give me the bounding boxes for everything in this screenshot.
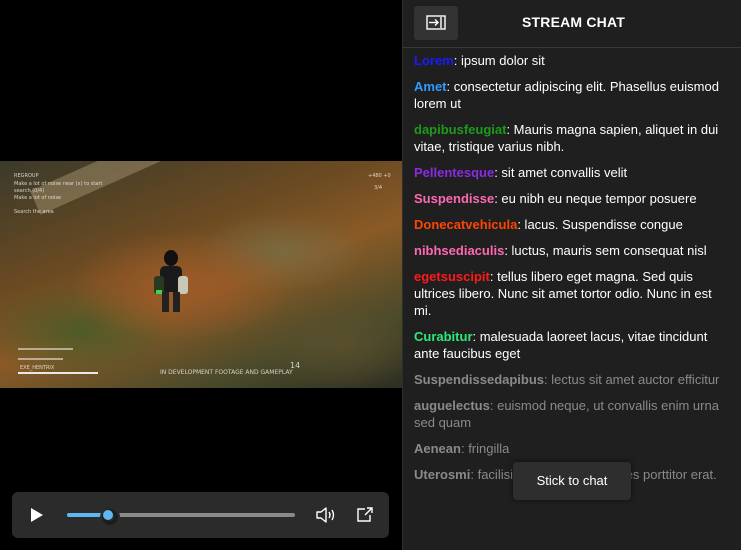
chat-username[interactable]: dapibusfeugiat (414, 122, 506, 137)
chat-message-text: : fringilla (460, 441, 510, 456)
chat-message: dapibusfeugiat: Mauris magna sapien, ali… (414, 121, 732, 155)
chat-message: Suspendisse: eu nibh eu neque tempor pos… (414, 190, 732, 207)
chat-title-text: STREAM CHAT (521, 14, 626, 30)
chat-username[interactable]: nibhsediaculis (414, 243, 504, 258)
progress-thumb-dot (103, 510, 114, 520)
chat-message: nibhsediaculis: luctus, mauris sem conse… (414, 242, 732, 259)
chat-message: egetsuscipit: tellus libero eget magna. … (414, 268, 732, 319)
hud-counter: 3/4 (374, 185, 383, 191)
player-controls (12, 492, 389, 538)
chat-username[interactable]: Lorem (414, 53, 454, 68)
video-character-figure (154, 250, 188, 312)
chat-message: Aenean: fringilla (414, 440, 732, 457)
hud-score: +480 +0 (368, 173, 391, 179)
play-icon[interactable] (25, 504, 47, 526)
video-watermark: IN DEVELOPMENT FOOTAGE AND GAMEPLAY (160, 369, 293, 376)
chat-message-text: : eu nibh eu neque tempor posuere (494, 191, 697, 206)
chat-username[interactable]: Suspendisse (414, 191, 494, 206)
chat-message: Suspendissedapibus: lectus sit amet auct… (414, 371, 732, 388)
chat-message-text: : luctus, mauris sem consequat nisl (504, 243, 707, 258)
progress-bar[interactable] (67, 507, 295, 527)
hud-health-bar (18, 348, 73, 350)
video-scene-road (30, 161, 333, 215)
chat-panel: STREAM CHAT Lorem: ipsum dolor sit Amet: … (402, 0, 741, 550)
hud-objective-line: Search the area (14, 209, 54, 215)
chat-username[interactable]: auguelectus (414, 398, 490, 413)
chat-message: auguelectus: euismod neque, ut convallis… (414, 397, 732, 431)
hud-ammo: 14 (290, 361, 301, 370)
chat-username[interactable]: Uterosmi (414, 467, 470, 482)
chat-message: Curabitur: malesuada laoreet lacus, vita… (414, 328, 732, 362)
chat-message-text: : lectus sit amet auctor efficitur (544, 372, 720, 387)
chat-message: Amet: consectetur adipiscing elit. Phase… (414, 78, 732, 112)
chat-username[interactable]: egetsuscipit (414, 269, 490, 284)
chat-message-text: : sit amet convallis velit (494, 165, 628, 180)
chat-message-text: : lacus. Suspendisse congue (517, 217, 683, 232)
hud-objective-line: search (0/4) (14, 188, 45, 194)
chat-username[interactable]: Curabitur (414, 329, 473, 344)
hud-objective-title: REGROUP (14, 173, 39, 179)
chat-username[interactable]: Aenean (414, 441, 461, 456)
chat-username[interactable]: Pellentesque (414, 165, 494, 180)
progress-thumb[interactable] (100, 507, 121, 527)
hud-player-name: EXE_HENTRIX (20, 365, 55, 371)
chat-title: STREAM CHAT (403, 14, 741, 30)
stick-to-chat-button[interactable]: Stick to chat (513, 462, 631, 500)
hud-objective-line: Make a lot of noise near (x) to start (14, 181, 103, 187)
popout-icon[interactable] (355, 505, 375, 525)
chat-message: Lorem: ipsum dolor sit (414, 52, 732, 69)
chat-username[interactable]: Suspendissedapibus (414, 372, 544, 387)
volume-icon[interactable] (315, 505, 337, 525)
video-player[interactable]: REGROUP Make a lot of noise near (x) to … (0, 0, 402, 550)
chat-username[interactable]: Donecatvehicula (414, 217, 517, 232)
chat-header: STREAM CHAT (403, 0, 741, 48)
video-frame[interactable]: REGROUP Make a lot of noise near (x) to … (0, 161, 402, 388)
chat-message-list[interactable]: Lorem: ipsum dolor sit Amet: consectetur … (414, 52, 732, 492)
hud-objective-line: Make a lot of noise (14, 195, 62, 201)
chat-username[interactable]: Amet (414, 79, 447, 94)
hud-player-health (18, 372, 98, 374)
chat-message: Pellentesque: sit amet convallis velit (414, 164, 732, 181)
chat-message: Donecatvehicula: lacus. Suspendisse cong… (414, 216, 732, 233)
hud-health-bar (18, 358, 63, 360)
chat-message-text: : ipsum dolor sit (453, 53, 545, 68)
chat-message-text: : consectetur adipiscing elit. Phasellus… (414, 79, 719, 111)
